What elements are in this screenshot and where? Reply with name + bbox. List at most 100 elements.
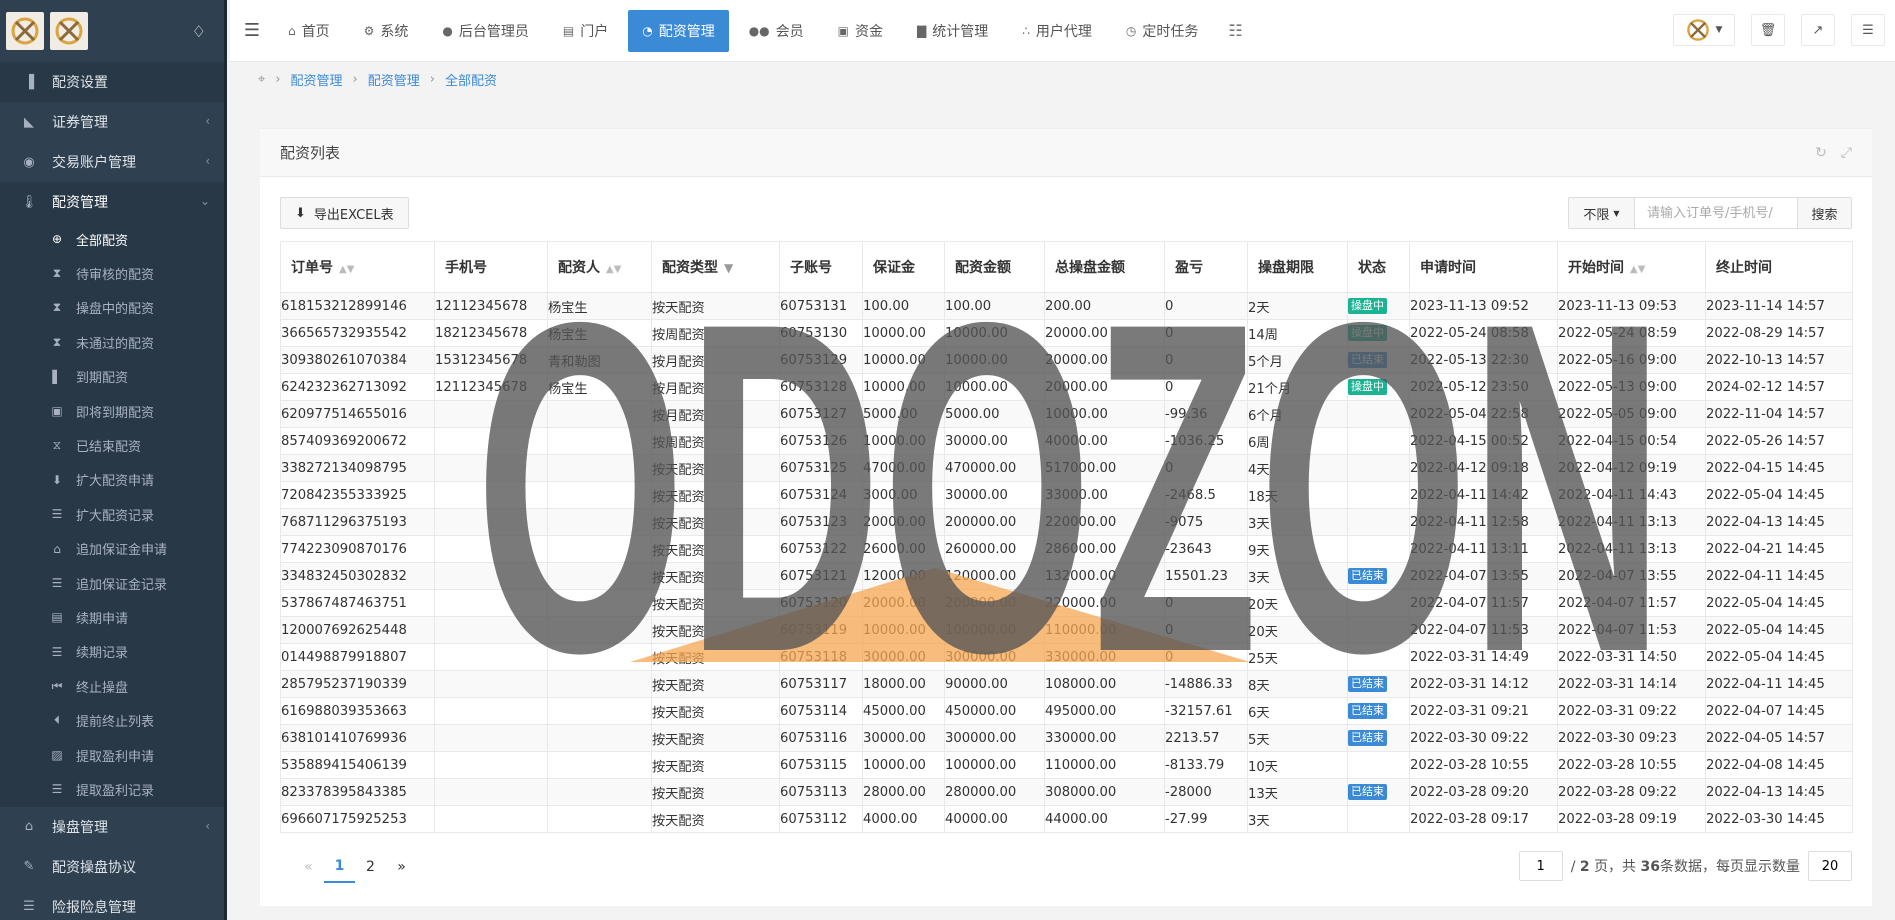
- table-cell: [434, 589, 548, 617]
- tab-members[interactable]: ●● 会员: [735, 10, 818, 52]
- more-menu-button[interactable]: ☰: [1851, 14, 1885, 46]
- table-cell: 按月配资: [651, 346, 780, 374]
- col-header-type[interactable]: 配资类型 ▼: [651, 241, 780, 293]
- sidebar-sub-item[interactable]: ☰ 续期记录: [0, 635, 224, 669]
- table-cell: 366565732935542: [280, 319, 435, 347]
- refresh-icon[interactable]: ↻: [1815, 145, 1827, 161]
- sort-icon[interactable]: ▲▼: [339, 264, 354, 275]
- export-excel-button[interactable]: ⬇ 导出EXCEL表: [280, 197, 409, 229]
- page-button-1[interactable]: 1: [324, 851, 355, 883]
- col-header-start[interactable]: 开始时间 ▲▼: [1557, 241, 1706, 293]
- sort-icon[interactable]: ▲▼: [1630, 264, 1645, 275]
- cell-text: -27.99: [1165, 811, 1208, 827]
- table-cell: 2022-05-04 14:45: [1705, 616, 1853, 644]
- sidebar-item-accounts[interactable]: ◉ 交易账户管理 ‹: [0, 142, 224, 182]
- table-cell: 100000.00: [944, 751, 1045, 779]
- tab-agents[interactable]: ∴ 用户代理: [1008, 10, 1106, 52]
- tab-portal[interactable]: ▤ 门户: [549, 10, 622, 52]
- search-input[interactable]: [1635, 198, 1797, 228]
- col-header-order[interactable]: 订单号 ▲▼: [280, 241, 435, 293]
- filter-select[interactable]: 不限 ▼: [1569, 198, 1635, 228]
- col-header-subaccount: 子账号: [779, 241, 863, 293]
- sidebar-item-risk[interactable]: ☰ 险报险息管理: [0, 887, 224, 920]
- table-cell: [547, 481, 652, 509]
- filter-icon[interactable]: ▼: [724, 261, 733, 275]
- table-cell: 2022-03-28 09:20: [1409, 778, 1558, 806]
- sidebar-item-funding[interactable]: 🌡 配资管理 ⌄: [0, 182, 224, 222]
- tab-label: 配资管理: [658, 23, 715, 40]
- sidebar-sub-item[interactable]: ▤ 续期申请: [0, 600, 224, 634]
- sidebar-sub-item[interactable]: ☰ 追加保证金记录: [0, 566, 224, 600]
- sidebar-item-trading[interactable]: ⌂ 操盘管理 ‹: [0, 807, 224, 847]
- tab-admins[interactable]: ● 后台管理员: [428, 10, 542, 52]
- tab-funds[interactable]: ▣ 资金: [824, 10, 897, 52]
- info-mid: 页，共: [1594, 859, 1637, 875]
- cell-text: 537867487463751: [281, 595, 407, 611]
- menu-toggle-icon[interactable]: ☰: [230, 20, 274, 41]
- cell-text: -32157.61: [1165, 703, 1233, 719]
- cell-text: 0: [1165, 595, 1174, 611]
- fullscreen-icon[interactable]: ⤢: [1841, 145, 1852, 161]
- breadcrumb-item[interactable]: 配资管理: [291, 70, 343, 89]
- main-panel: 配资列表 ↻ ⤢ ⬇ 导出EXCEL表 不限 ▼ 搜索 订单号 ▲▼ 手机号: [260, 128, 1872, 906]
- cell-text: 10000.00: [863, 325, 926, 341]
- sidebar-sub-item[interactable]: ⧗ 操盘中的配资: [0, 291, 224, 325]
- tab-funding[interactable]: ◔ 配资管理: [628, 9, 729, 52]
- sidebar-sub-item[interactable]: ⧗ 未通过的配资: [0, 325, 224, 359]
- breadcrumb-sep: ›: [352, 71, 358, 87]
- home-icon: ⌂: [288, 23, 296, 38]
- sidebar-sub-item[interactable]: ☰ 提取盈利记录: [0, 772, 224, 806]
- sidebar-item-settings[interactable]: ▐ 配资设置: [0, 62, 224, 102]
- breadcrumb-item[interactable]: 全部配资: [445, 70, 497, 89]
- table-cell: 按天配资: [651, 778, 780, 806]
- table-cell: 25天: [1247, 643, 1348, 671]
- sidebar-item-securities[interactable]: ◣ 证券管理 ‹: [0, 102, 224, 142]
- table-cell: 100.00: [944, 292, 1045, 320]
- tab-cron[interactable]: ◷ 定时任务: [1112, 10, 1212, 52]
- sidebar-sub-item[interactable]: ☰ 扩大配资记录: [0, 497, 224, 531]
- page-next-button[interactable]: »: [386, 851, 417, 883]
- cell-text: 10000.00: [945, 325, 1008, 341]
- table-cell: 60753122: [779, 535, 863, 563]
- cell-text: 2022-05-04 14:45: [1706, 622, 1825, 638]
- cell-text: 按天配资: [652, 813, 705, 829]
- theme-drop-icon[interactable]: ♢: [192, 22, 206, 41]
- cell-text: 60753112: [780, 811, 848, 827]
- page-size-input[interactable]: [1808, 851, 1852, 881]
- tab-home[interactable]: ⌂ 首页: [274, 10, 344, 52]
- search-button[interactable]: 搜索: [1797, 198, 1851, 228]
- table-cell: 517000.00: [1044, 454, 1165, 482]
- open-site-button[interactable]: ↗: [1801, 14, 1835, 46]
- sidebar-sub-item[interactable]: ⬇ 扩大配资申请: [0, 463, 224, 497]
- sidebar-sub-item[interactable]: ⊕ 全部配资: [0, 222, 224, 256]
- sidebar-sub-item[interactable]: ⌂ 追加保证金申请: [0, 532, 224, 566]
- table-cell: 2022-04-07 13:55: [1557, 562, 1706, 590]
- breadcrumb-item[interactable]: 配资管理: [368, 70, 420, 89]
- sidebar-sub-item[interactable]: ⏴ 提前终止列表: [0, 703, 224, 737]
- page-button-2[interactable]: 2: [355, 851, 386, 883]
- sidebar-sub-label: 待审核的配资: [76, 268, 155, 284]
- sidebar-sub-item[interactable]: ▌ 到期配资: [0, 360, 224, 394]
- page-prev-button[interactable]: «: [293, 851, 324, 883]
- table-cell: -1036.25: [1164, 427, 1248, 455]
- sidebar-item-agreement[interactable]: ✎ 配资操盘协议: [0, 847, 224, 887]
- tab-stats[interactable]: ▇ 统计管理: [903, 10, 1002, 52]
- sidebar-sub-item[interactable]: ⧖ 已结束配资: [0, 428, 224, 462]
- cell-text: 10000.00: [863, 622, 926, 638]
- sort-icon[interactable]: ▲▼: [606, 264, 621, 275]
- life-ring-icon: ⊕: [51, 232, 63, 247]
- table-cell: 2022-04-11 14:42: [1409, 481, 1558, 509]
- sidebar-sub-item[interactable]: ⧗ 待审核的配资: [0, 256, 224, 290]
- user-menu-button[interactable]: ▼: [1673, 14, 1735, 46]
- table-cell: 10000.00: [862, 751, 945, 779]
- sidebar-sub-item[interactable]: ⏮ 终止操盘: [0, 669, 224, 703]
- apps-grid-icon[interactable]: ☷: [1218, 21, 1252, 40]
- cell-text: 2022-03-31 14:14: [1558, 676, 1677, 692]
- tab-system[interactable]: ⚙ 系统: [350, 10, 423, 52]
- header-label: 配资人: [558, 260, 600, 276]
- page-jump-input[interactable]: [1518, 851, 1563, 881]
- sidebar-sub-item[interactable]: ▨ 提取盈利申请: [0, 738, 224, 772]
- clear-cache-button[interactable]: 🗑: [1751, 14, 1785, 46]
- sidebar-sub-item[interactable]: ▣ 即将到期配资: [0, 394, 224, 428]
- col-header-user[interactable]: 配资人 ▲▼: [547, 241, 652, 293]
